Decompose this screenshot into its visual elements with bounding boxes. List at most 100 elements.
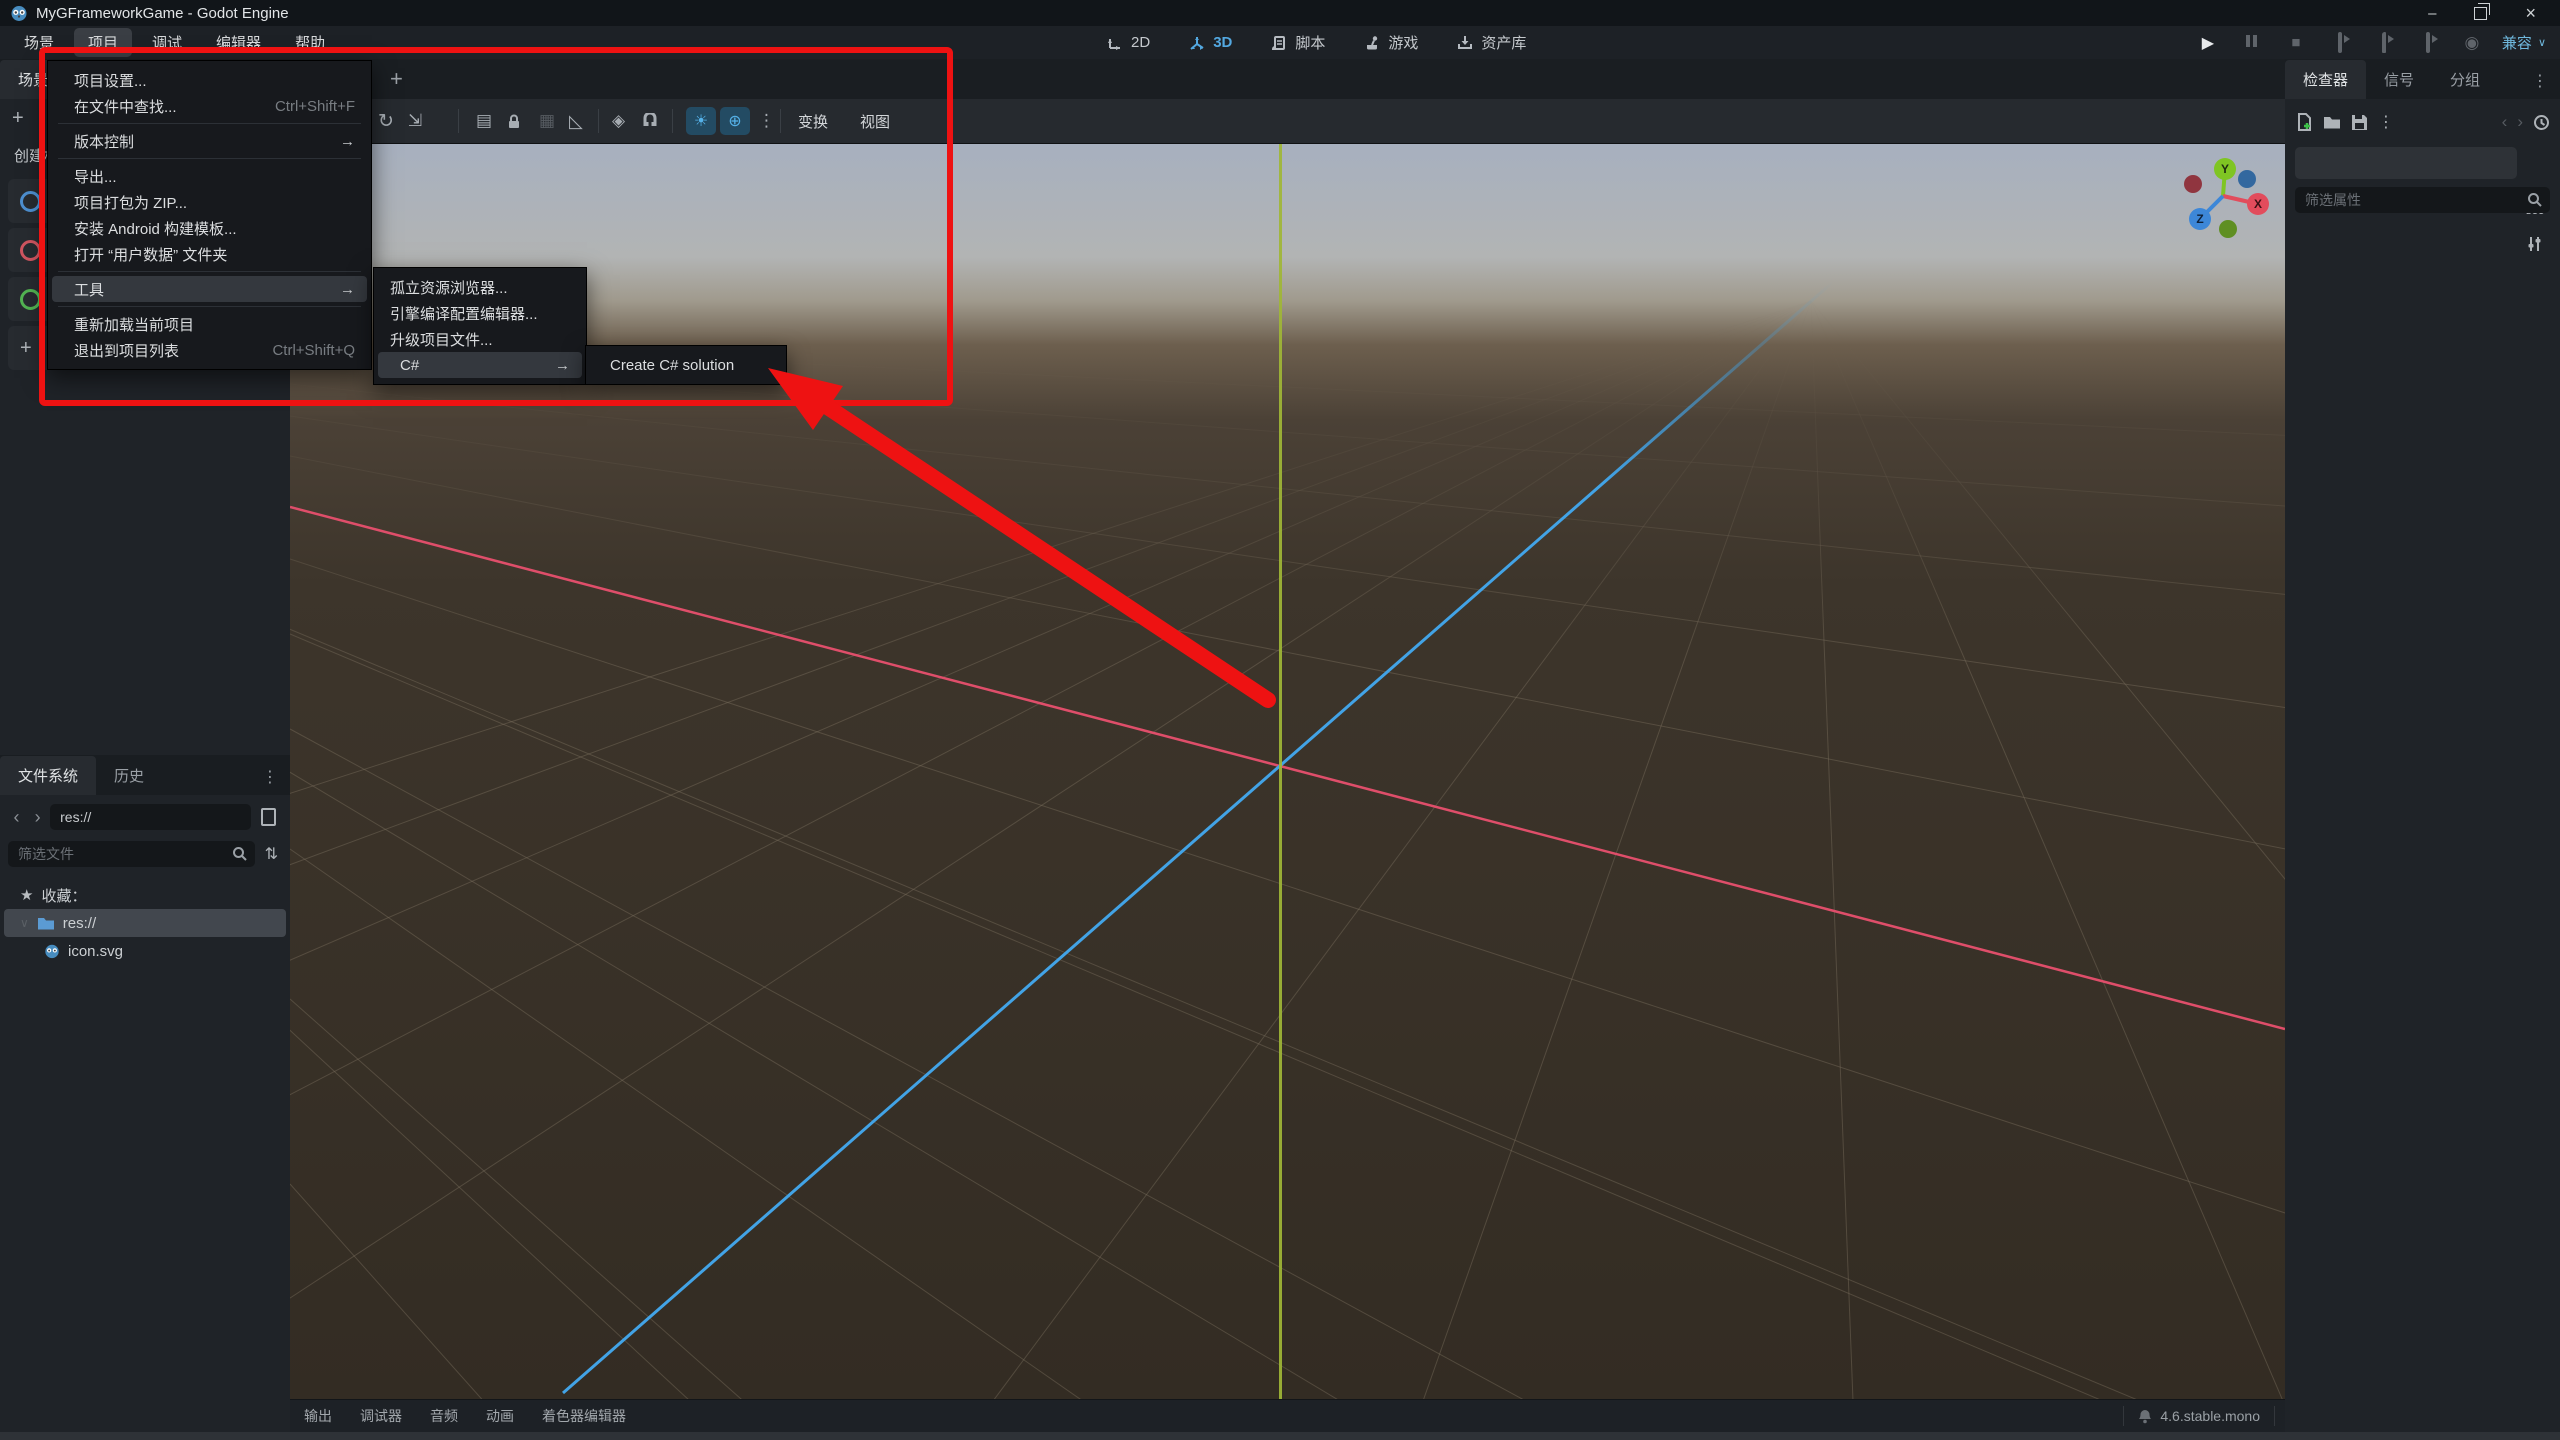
filter-properties-input[interactable] (2295, 187, 2550, 213)
menu-item-upgrade-project-files[interactable]: 升级项目文件... (374, 326, 586, 352)
game-icon (1367, 35, 1378, 49)
dock-menu-icon[interactable]: ⋮ (2532, 71, 2560, 99)
lock-icon[interactable] (506, 99, 522, 143)
play-scene-button[interactable] (2326, 32, 2354, 53)
path-field[interactable] (50, 804, 252, 830)
tab-history[interactable]: 历史 (96, 756, 162, 795)
godot-file-icon (45, 944, 59, 959)
tree-row-iconsvg[interactable]: icon.svg (0, 937, 290, 965)
list-select-icon[interactable]: ▤ (476, 99, 492, 143)
scale-tool-icon[interactable]: ⇲ (408, 99, 422, 143)
split-view-icon[interactable] (261, 808, 276, 826)
menu-item-export[interactable]: 导出... (48, 163, 371, 189)
menu-item-install-android-template[interactable]: 安装 Android 构建模板... (48, 215, 371, 241)
inspector-dock: 检查器 信号 分组 ⋮ ⋮ ‹ › DOC (2285, 59, 2560, 1432)
panel-animation[interactable]: 动画 (472, 1400, 528, 1432)
workspace-tab-script[interactable]: 脚本 (1264, 29, 1331, 56)
play-button[interactable]: ▶ (2194, 33, 2222, 53)
menu-item-quit-to-project-list[interactable]: 退出到项目列表 Ctrl+Shift+Q (48, 337, 371, 363)
sort-icon[interactable]: ⇅ (261, 844, 282, 864)
menu-item-pack-zip[interactable]: 项目打包为 ZIP... (48, 189, 371, 215)
load-resource-folder-icon[interactable] (2323, 115, 2341, 130)
filter-files-input[interactable] (8, 841, 255, 867)
filesystem-menu-icon[interactable]: ⋮ (262, 767, 290, 795)
scene-tab-bar: + (290, 59, 2285, 99)
preview-menu-icon[interactable]: ⋮ (758, 99, 775, 143)
save-icon[interactable] (2351, 114, 2368, 131)
2d-scene-icon (20, 190, 41, 212)
history-forward-icon[interactable]: › (2517, 112, 2523, 132)
menu-project[interactable]: 项目 (74, 28, 133, 57)
3d-viewport[interactable]: Y X Z (290, 144, 2285, 1399)
menu-item-csharp[interactable]: C# → (378, 352, 582, 378)
tab-signals[interactable]: 信号 (2366, 60, 2432, 99)
menu-item-find-in-files[interactable]: 在文件中查找... Ctrl+Shift+F (48, 93, 371, 119)
tree-row-res[interactable]: ∨ res:// (4, 909, 286, 937)
minimize-button[interactable]: – (2428, 5, 2436, 22)
menu-item-reload-project[interactable]: 重新加载当前项目 (48, 311, 371, 337)
restore-button[interactable] (2474, 2, 2490, 20)
panel-shader-editor[interactable]: 着色器编辑器 (528, 1400, 640, 1432)
tab-groups[interactable]: 分组 (2432, 60, 2498, 99)
panel-output[interactable]: 输出 (290, 1400, 346, 1432)
transform-menu[interactable]: 变换 (798, 99, 828, 143)
play-current-scene-button[interactable] (2370, 32, 2398, 53)
submenu-arrow-icon: → (555, 356, 570, 374)
expander-icon[interactable]: ∨ (20, 916, 29, 930)
add-node-button[interactable]: + (12, 107, 24, 130)
nav-back-button[interactable]: ‹ (8, 807, 25, 828)
menu-item-version-control[interactable]: 版本控制 → (48, 128, 371, 154)
environment-toggle[interactable]: ⊕ (720, 99, 750, 143)
ruler-icon[interactable]: ◺ (569, 99, 583, 143)
snap-object-icon[interactable]: ◈ (612, 99, 625, 143)
menu-scene[interactable]: 场景 (10, 28, 68, 57)
group-icon[interactable]: ▦ (539, 99, 555, 143)
tab-inspector[interactable]: 检查器 (2285, 60, 2367, 99)
history-back-icon[interactable]: ‹ (2502, 112, 2508, 132)
new-resource-icon[interactable] (2295, 113, 2313, 131)
menu-editor[interactable]: 编辑器 (202, 28, 275, 57)
history-icon[interactable] (2533, 114, 2550, 131)
search-icon (2528, 193, 2542, 207)
add-scene-tab-button[interactable]: + (390, 66, 403, 92)
menu-item-orphan-resource-explorer[interactable]: 孤立资源浏览器... (374, 274, 586, 300)
notification-bell-icon[interactable] (2138, 1409, 2152, 1424)
extra-settings-button[interactable] (2518, 235, 2552, 253)
workspace-tab-game[interactable]: 游戏 (1357, 29, 1424, 56)
godot-editor-window: { "window": {"title": "MyGFrameworkGame … (0, 0, 2560, 1440)
renderer-select[interactable]: 兼容 ∨ (2502, 32, 2552, 53)
svg-text:X: X (2254, 197, 2262, 211)
view-menu[interactable]: 视图 (860, 99, 890, 143)
tools-submenu-popup: 孤立资源浏览器... 引擎编译配置编辑器... 升级项目文件... C# → (373, 267, 587, 385)
tab-filesystem[interactable]: 文件系统 (0, 756, 97, 795)
filesystem-dock: 文件系统 历史 ⋮ ‹ › ⇅ ★ 收藏： ∨ (0, 755, 290, 1432)
menu-item-open-user-data[interactable]: 打开 “用户数据” 文件夹 (48, 241, 371, 267)
plus-icon: + (20, 336, 32, 359)
workspace-tab-2d[interactable]: 2D (1100, 31, 1156, 55)
stop-button[interactable]: ■ (2282, 34, 2310, 51)
sun-toggle[interactable]: ☀ (686, 99, 716, 143)
panel-debugger[interactable]: 调试器 (346, 1400, 416, 1432)
menu-item-create-csharp-solution[interactable]: Create C# solution (586, 352, 786, 378)
main-menu-bar: 场景 项目 调试 编辑器 帮助 2D 3D 脚本 游戏 资产库 ▶ ■ ◉ 兼容… (0, 26, 2560, 59)
center-column: + ➤ + ↻ ⇲ ▤ ▦ ◺ ◈ ☀ ⊕ ⋮ 变换 视图 (290, 59, 2285, 1432)
panel-audio[interactable]: 音频 (416, 1400, 472, 1432)
nav-forward-button[interactable]: › (29, 807, 46, 828)
chevron-down-icon: ∨ (2537, 37, 2546, 49)
magnet-snap-icon[interactable] (642, 99, 658, 143)
view-axis-gizmo[interactable]: Y X Z (2170, 146, 2280, 256)
menu-help[interactable]: 帮助 (281, 28, 339, 57)
play-custom-scene-button[interactable] (2414, 32, 2442, 53)
menu-item-project-settings[interactable]: 项目设置... (48, 67, 371, 93)
close-button[interactable]: × (2525, 3, 2536, 24)
ui-scene-icon (20, 288, 41, 310)
rotate-tool-icon[interactable]: ↻ (378, 99, 394, 143)
workspace-tab-3d[interactable]: 3D (1182, 31, 1238, 55)
menu-item-tools[interactable]: 工具 → (52, 276, 367, 302)
movie-maker-icon[interactable]: ◉ (2458, 33, 2486, 53)
menu-debug[interactable]: 调试 (138, 28, 196, 57)
pause-button[interactable] (2238, 34, 2266, 51)
menu-item-engine-compilation-config[interactable]: 引擎编译配置编辑器... (374, 300, 586, 326)
workspace-tab-assetlib[interactable]: 资产库 (1450, 29, 1532, 56)
resource-menu-icon[interactable]: ⋮ (2378, 112, 2394, 132)
